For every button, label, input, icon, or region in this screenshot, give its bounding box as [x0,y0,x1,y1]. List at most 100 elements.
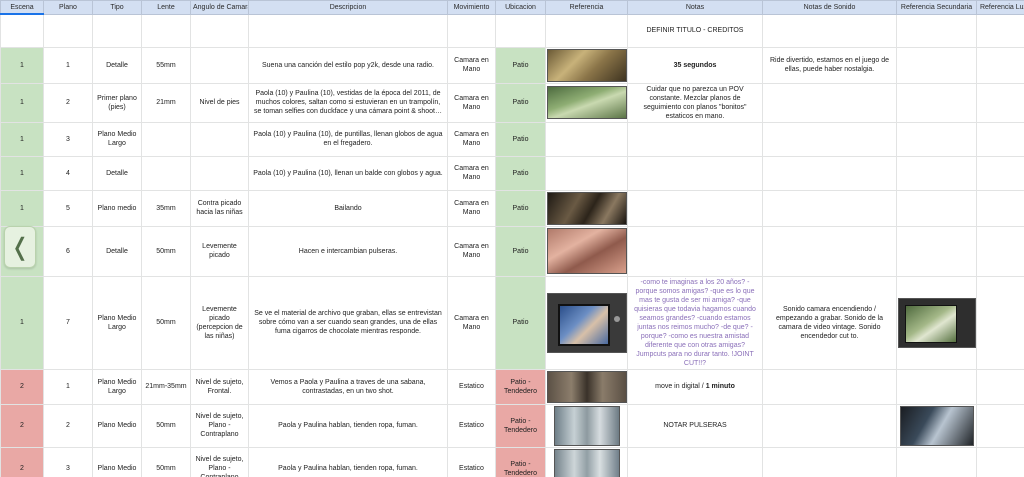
cell-movimiento[interactable]: Camara en Mano [447,275,496,370]
col-header-lente[interactable]: Lente [141,0,191,15]
cell-ref-secundaria[interactable] [896,189,977,227]
cell-angulo[interactable]: Levemente picado (percepcion de las niña… [190,275,249,370]
cell-sonido[interactable] [762,155,897,191]
cell-sonido[interactable]: Sonido camara encendiendo / empezando a … [762,275,897,370]
cell-angulo[interactable] [190,155,249,191]
cell[interactable] [248,13,448,48]
reference-image[interactable] [547,48,627,82]
cell-tipo[interactable]: Plano Medio Largo [92,275,142,370]
cell-ref-secundaria[interactable] [896,368,977,405]
cell-referencia[interactable] [545,121,628,157]
cell-tipo[interactable]: Plano Medio [92,403,142,448]
cell-ubicacion[interactable]: Patio [495,275,546,370]
cell-movimiento[interactable]: Camara en Mano [447,155,496,191]
cell-escena[interactable]: 1 [0,189,44,227]
cell[interactable] [190,13,249,48]
cell-referencia[interactable] [545,82,628,123]
cell-notas[interactable]: -como te imaginas a los 20 años? -porque… [627,275,763,370]
col-header-descripcion[interactable]: Descripcion [248,0,448,15]
col-header-ubicacion[interactable]: Ubicacion [495,0,546,15]
cell-tipo[interactable]: Plano Medio Largo [92,368,142,405]
cell-notas[interactable] [627,189,763,227]
cell-angulo[interactable]: Contra picado hacia las niñas [190,189,249,227]
cell-notas[interactable] [627,121,763,157]
cell-ref-luz[interactable] [976,189,1024,227]
reference-image[interactable] [553,405,620,446]
reference-image[interactable] [547,86,627,119]
cell-angulo[interactable]: Nivel de sujeto, Plano - Contraplano [190,403,249,448]
cell-escena[interactable]: 1 [0,121,44,157]
col-header-plano[interactable]: Plano [43,0,93,15]
cell-ref-luz[interactable] [976,403,1024,448]
cell-referencia[interactable] [545,446,628,477]
cell-descripcion[interactable]: Paola (10) y Paulina (10), vestidas de l… [248,82,448,123]
cell-escena[interactable]: 1 [0,155,44,191]
cell-sonido[interactable] [762,82,897,123]
cell-notas[interactable]: 35 segundos [627,46,763,84]
cell-movimiento[interactable]: Camara en Mano [447,225,496,277]
cell-ref-luz[interactable] [976,155,1024,191]
cell-ubicacion[interactable]: Patio [495,121,546,157]
cell-angulo[interactable] [190,46,249,84]
cell[interactable] [447,13,496,48]
cell-plano[interactable]: 1 [43,368,93,405]
cell-referencia[interactable] [545,155,628,191]
cell-ref-luz[interactable] [976,275,1024,370]
cell-movimiento[interactable]: Camara en Mano [447,82,496,123]
cell-lente[interactable]: 21mm [141,82,191,123]
col-header-referencia[interactable]: Referencia [545,0,628,15]
col-header-notas[interactable]: Notas [627,0,763,15]
cell-ref-luz[interactable] [976,446,1024,477]
cell-descripcion[interactable]: Hacen e intercambian pulseras. [248,225,448,277]
cell-descripcion[interactable]: Suena una canción del estilo pop y2k, de… [248,46,448,84]
cell-sonido[interactable] [762,189,897,227]
cell-plano[interactable]: 1 [43,46,93,84]
cell-escena[interactable]: 2 [0,446,44,477]
cell-plano[interactable]: 3 [43,446,93,477]
cell[interactable] [976,13,1024,48]
cell-ref-secundaria[interactable] [896,46,977,84]
cell-lente[interactable] [141,121,191,157]
cell-plano[interactable]: 4 [43,155,93,191]
col-header-escena[interactable]: Escena [0,0,44,15]
cell-escena[interactable]: 1 [0,275,44,370]
cell-ubicacion[interactable]: Patio [495,155,546,191]
cell-notas[interactable] [627,446,763,477]
cell-notas[interactable] [627,225,763,277]
secondary-reference-image[interactable] [899,405,974,446]
cell[interactable] [43,13,93,48]
cell-escena[interactable]: 1 [0,82,44,123]
cell-movimiento[interactable]: Camara en Mano [447,121,496,157]
cell-tipo[interactable]: Detalle [92,225,142,277]
reference-image[interactable] [547,191,627,225]
cell-movimiento[interactable]: Estatico [447,446,496,477]
cell-movimiento[interactable]: Camara en Mano [447,46,496,84]
cell-tipo[interactable]: Primer plano (pies) [92,82,142,123]
cell-ubicacion[interactable]: Patio [495,46,546,84]
cell-angulo[interactable]: Nivel de pies [190,82,249,123]
cell-ref-secundaria[interactable] [896,446,977,477]
col-header-tipo[interactable]: Tipo [92,0,142,15]
reference-image[interactable] [547,292,627,353]
cell-lente[interactable]: 50mm [141,446,191,477]
cell-descripcion[interactable]: Paola y Paulina hablan, tienden ropa, fu… [248,403,448,448]
cell-escena[interactable]: 2 [0,403,44,448]
cell-descripcion[interactable]: Se ve el material de archivo que graban,… [248,275,448,370]
reference-image[interactable] [553,448,620,477]
cell-ref-luz[interactable] [976,121,1024,157]
cell[interactable] [896,13,977,48]
cell-ref-secundaria[interactable] [896,275,977,370]
cell-plano[interactable]: 2 [43,403,93,448]
cell-sonido[interactable] [762,368,897,405]
cell-lente[interactable]: 21mm-35mm [141,368,191,405]
cell-ubicacion[interactable]: Patio - Tendedero [495,368,546,405]
cell-notas[interactable]: move in digital / 1 minuto [627,368,763,405]
cell-referencia[interactable] [545,189,628,227]
cell-tipo[interactable]: Detalle [92,155,142,191]
col-header-movimiento[interactable]: Movimiento [447,0,496,15]
cell-tipo[interactable]: Plano Medio [92,446,142,477]
secondary-reference-image[interactable] [898,297,976,348]
cell-plano[interactable]: 2 [43,82,93,123]
cell-lente[interactable] [141,155,191,191]
cell-sonido[interactable] [762,225,897,277]
